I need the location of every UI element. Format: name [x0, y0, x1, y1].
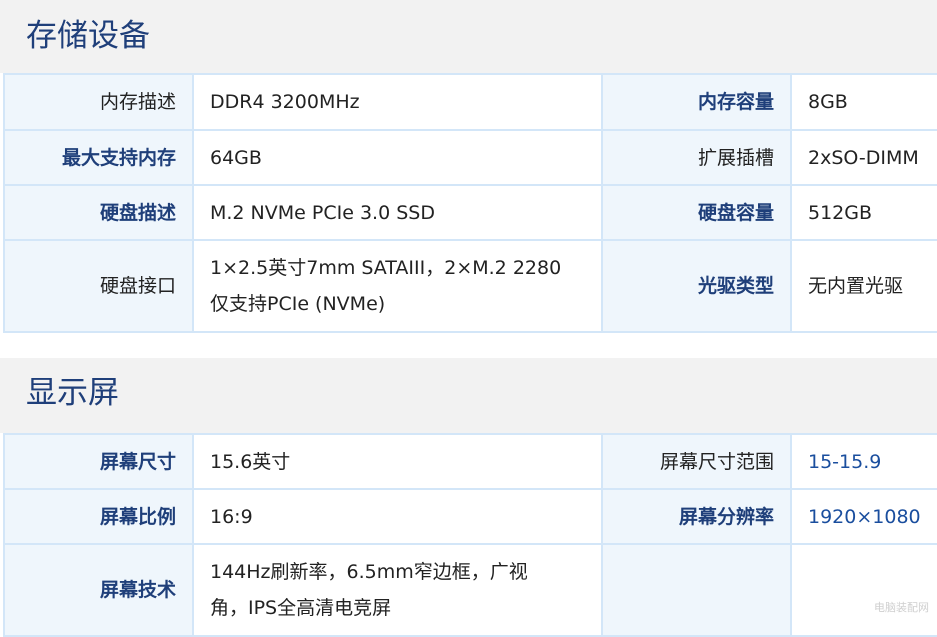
spec-value-screen-size-range[interactable]: 15-15.9 — [790, 433, 937, 490]
spec-label-disk-capacity: 硬盘容量 — [601, 184, 792, 241]
spec-label-disk-desc: 硬盘描述 — [3, 184, 194, 241]
spec-value-expansion-slots: 2xSO-DIMM — [790, 129, 937, 186]
display-section-title: 显示屏 — [26, 375, 119, 411]
spec-label-disk-interface: 硬盘接口 — [3, 239, 194, 333]
spec-label-memory-desc: 内存描述 — [3, 73, 194, 131]
table-row: 屏幕尺寸 15.6英寸 屏幕尺寸范围 15-15.9 — [3, 433, 937, 490]
spec-value-screen-size: 15.6英寸 — [192, 433, 603, 490]
spec-value-disk-capacity: 512GB — [790, 184, 937, 241]
spec-value-memory-capacity: 8GB — [790, 73, 937, 131]
spec-label-empty — [601, 543, 792, 637]
spec-label-expansion-slots: 扩展插槽 — [601, 129, 792, 186]
spec-label-screen-size-range: 屏幕尺寸范围 — [601, 433, 792, 490]
spec-value-screen-tech-line1: 144Hz刷新率，6.5mm窄边框，广视 — [210, 561, 528, 583]
spec-value-disk-desc: M.2 NVMe PCIe 3.0 SSD — [192, 184, 603, 241]
spec-value-disk-interface-line1: 1×2.5英寸7mm SATAIII，2×M.2 2280 — [210, 257, 562, 279]
storage-section-header: 存储设备 — [0, 0, 937, 73]
storage-spec-table: 内存描述 DDR4 3200MHz 内存容量 8GB 最大支持内存 64GB 扩… — [3, 73, 937, 333]
spec-value-screen-tech-line2: 角，IPS全高清电竞屏 — [210, 597, 392, 619]
spec-label-resolution: 屏幕分辨率 — [601, 488, 792, 545]
spec-value-aspect-ratio: 16:9 — [192, 488, 603, 545]
spec-label-memory-capacity: 内存容量 — [601, 73, 792, 131]
watermark: 电脑装配网 — [874, 601, 929, 614]
table-row: 硬盘接口 1×2.5英寸7mm SATAIII，2×M.2 2280 仅支持PC… — [3, 239, 937, 333]
table-row: 硬盘描述 M.2 NVMe PCIe 3.0 SSD 硬盘容量 512GB — [3, 184, 937, 241]
spec-label-screen-tech: 屏幕技术 — [3, 543, 194, 637]
spec-value-disk-interface-line2: 仅支持PCIe (NVMe) — [210, 293, 386, 315]
table-row: 内存描述 DDR4 3200MHz 内存容量 8GB — [3, 73, 937, 131]
spec-value-optical-drive: 无内置光驱 — [790, 239, 937, 333]
spec-value-memory-desc: DDR4 3200MHz — [192, 73, 603, 131]
table-row: 最大支持内存 64GB 扩展插槽 2xSO-DIMM — [3, 129, 937, 186]
spec-label-max-memory: 最大支持内存 — [3, 129, 194, 186]
spec-value-screen-tech: 144Hz刷新率，6.5mm窄边框，广视 角，IPS全高清电竞屏 — [192, 543, 603, 637]
table-row: 屏幕比例 16:9 屏幕分辨率 1920×1080 — [3, 488, 937, 545]
spec-value-empty — [790, 543, 937, 637]
spec-value-max-memory: 64GB — [192, 129, 603, 186]
spec-label-aspect-ratio: 屏幕比例 — [3, 488, 194, 545]
storage-section-title: 存储设备 — [26, 18, 150, 54]
display-spec-table: 屏幕尺寸 15.6英寸 屏幕尺寸范围 15-15.9 屏幕比例 16:9 屏幕分… — [3, 433, 937, 637]
display-section-header: 显示屏 — [0, 358, 937, 433]
table-row: 屏幕技术 144Hz刷新率，6.5mm窄边框，广视 角，IPS全高清电竞屏 — [3, 543, 937, 637]
spec-label-screen-size: 屏幕尺寸 — [3, 433, 194, 490]
spec-value-resolution[interactable]: 1920×1080 — [790, 488, 937, 545]
spec-label-optical-drive: 光驱类型 — [601, 239, 792, 333]
spec-value-disk-interface: 1×2.5英寸7mm SATAIII，2×M.2 2280 仅支持PCIe (N… — [192, 239, 603, 333]
